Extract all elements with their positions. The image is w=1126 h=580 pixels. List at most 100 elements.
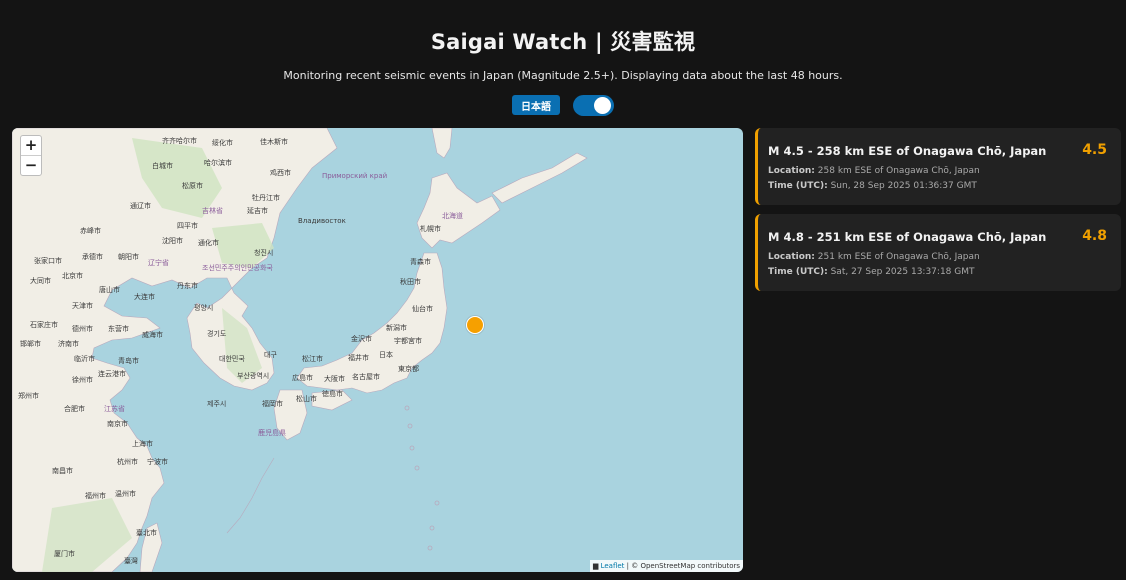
ryukyu-islands	[226, 457, 275, 534]
map[interactable]: 齐齐哈尔市 绥化市 佳木斯市 白城市 哈尔滨市 鸡西市 松原市 牡丹江市 吉林省…	[12, 128, 743, 572]
event-list: M 4.5 - 258 km ESE of Onagawa Chō, Japan…	[755, 128, 1121, 300]
map-label: 宇都宮市	[394, 336, 422, 345]
map-label: 金沢市	[351, 334, 372, 343]
map-label: 合肥市	[64, 404, 85, 413]
map-label: 吉林省	[202, 206, 223, 215]
map-label: 四平市	[177, 221, 198, 230]
map-label: 威海市	[142, 330, 163, 339]
map-label: 上海市	[132, 439, 153, 448]
event-title: M 4.8 - 251 km ESE of Onagawa Chō, Japan	[768, 230, 1047, 244]
map-label: 松原市	[182, 181, 203, 190]
map-label: 辽宁省	[148, 258, 169, 267]
sakhalin-island	[431, 128, 453, 159]
event-location: 251 km ESE of Onagawa Chō, Japan	[817, 252, 980, 262]
map-label: 延吉市	[247, 206, 268, 215]
map-label: 白城市	[152, 161, 173, 170]
event-magnitude: 4.8	[1082, 228, 1107, 244]
map-label: 邯郸市	[20, 339, 41, 348]
map-label: 济南市	[58, 339, 79, 348]
map-label: 福岡市	[262, 399, 283, 408]
map-attribution: ▆ Leaflet | © OpenStreetMap contributors	[589, 560, 743, 572]
event-title: M 4.5 - 258 km ESE of Onagawa Chō, Japan	[768, 144, 1047, 158]
map-label: 청진시	[254, 248, 273, 257]
map-label: 松山市	[296, 394, 317, 403]
language-button[interactable]: 日本語	[512, 95, 560, 115]
map-label: 张家口市	[34, 256, 62, 265]
map-label: 福州市	[85, 491, 106, 500]
map-label: 大连市	[134, 292, 155, 301]
page-subtitle: Monitoring recent seismic events in Japa…	[283, 69, 843, 82]
event-time: Sun, 28 Sep 2025 01:36:37 GMT	[830, 181, 977, 191]
time-label: Time (UTC):	[768, 181, 828, 191]
map-label: 広島市	[292, 373, 313, 382]
event-time-row: Time (UTC): Sun, 28 Sep 2025 01:36:37 GM…	[768, 181, 977, 191]
controls: 日本語	[0, 94, 1126, 116]
earthquake-marker[interactable]	[466, 316, 484, 334]
map-label: 牡丹江市	[252, 193, 280, 202]
map-label: 南昌市	[52, 466, 73, 475]
map-canvas[interactable]: 齐齐哈尔市 绥化市 佳木斯市 白城市 哈尔滨市 鸡西市 松原市 牡丹江市 吉林省…	[12, 128, 743, 572]
map-label: 東京都	[398, 364, 419, 373]
map-label: 唐山市	[99, 285, 120, 294]
event-card[interactable]: M 4.8 - 251 km ESE of Onagawa Chō, Japan…	[755, 214, 1121, 291]
map-label: 新潟市	[386, 323, 407, 332]
zoom-control: + −	[20, 135, 42, 176]
honshu-island	[296, 252, 448, 394]
map-label: 臺灣	[124, 556, 138, 565]
map-label: 대구	[264, 351, 277, 359]
map-label: 石家庄市	[30, 320, 58, 329]
map-label: 南京市	[107, 419, 128, 428]
leaflet-link[interactable]: Leaflet	[601, 562, 625, 570]
page-title: Saigai Watch | 災害監視	[430, 30, 696, 54]
map-label: 名古屋市	[352, 372, 380, 381]
map-label: 沈阳市	[162, 236, 183, 245]
map-label: 宁波市	[147, 457, 168, 466]
map-label: 杭州市	[117, 457, 138, 466]
map-label: 鹿児島県	[258, 428, 286, 437]
map-label: 大同市	[30, 276, 51, 285]
map-label: 东营市	[108, 324, 129, 333]
map-label: 臺北市	[136, 528, 157, 537]
map-label: 赤峰市	[80, 226, 101, 235]
map-label: 札幌市	[420, 224, 441, 233]
location-label: Location:	[768, 166, 815, 176]
map-label: 江苏省	[104, 404, 125, 413]
map-label: 大阪市	[324, 374, 345, 383]
map-label: 哈尔滨市	[204, 158, 232, 167]
event-location: 258 km ESE of Onagawa Chō, Japan	[817, 166, 980, 176]
event-location-row: Location: 258 km ESE of Onagawa Chō, Jap…	[768, 166, 980, 176]
event-time-row: Time (UTC): Sat, 27 Sep 2025 13:37:18 GM…	[768, 267, 975, 277]
map-label: 경기도	[207, 329, 227, 338]
map-label: 天津市	[72, 301, 93, 310]
event-time: Sat, 27 Sep 2025 13:37:18 GMT	[830, 267, 975, 277]
event-location-row: Location: 251 km ESE of Onagawa Chō, Jap…	[768, 252, 980, 262]
map-label: 평양시	[194, 303, 213, 312]
zoom-out-button[interactable]: −	[21, 155, 41, 175]
map-label: 德州市	[72, 324, 93, 333]
time-label: Time (UTC):	[768, 267, 828, 277]
map-label: 温州市	[115, 489, 136, 498]
map-label: 日本	[379, 350, 393, 359]
map-label: 通辽市	[130, 201, 151, 210]
event-card[interactable]: M 4.5 - 258 km ESE of Onagawa Chō, Japan…	[755, 128, 1121, 205]
map-label: 郑州市	[18, 391, 39, 400]
ukraine-flag-icon: ▆	[592, 562, 599, 570]
map-label: 厦门市	[54, 549, 75, 558]
map-label: 佳木斯市	[260, 137, 288, 146]
map-label: 青森市	[410, 257, 431, 266]
hokkaido-island	[416, 172, 501, 249]
osm-attribution-text: | © OpenStreetMap contributors	[626, 562, 740, 570]
map-label: Приморский край	[322, 172, 387, 180]
header: Saigai Watch | 災害監視 Monitoring recent se…	[0, 0, 1126, 116]
map-label: 通化市	[198, 238, 219, 247]
map-label: 松江市	[302, 354, 323, 363]
zoom-in-button[interactable]: +	[21, 136, 41, 155]
map-label: 조선민주주의인민공화국	[202, 263, 273, 272]
map-label: Владивосток	[298, 217, 346, 225]
map-label: 부산광역시	[237, 371, 269, 380]
map-label: 北海道	[442, 211, 463, 220]
location-label: Location:	[768, 252, 815, 262]
map-label: 丹东市	[177, 281, 198, 290]
kuril-islands	[491, 152, 588, 204]
theme-toggle[interactable]	[573, 94, 614, 116]
